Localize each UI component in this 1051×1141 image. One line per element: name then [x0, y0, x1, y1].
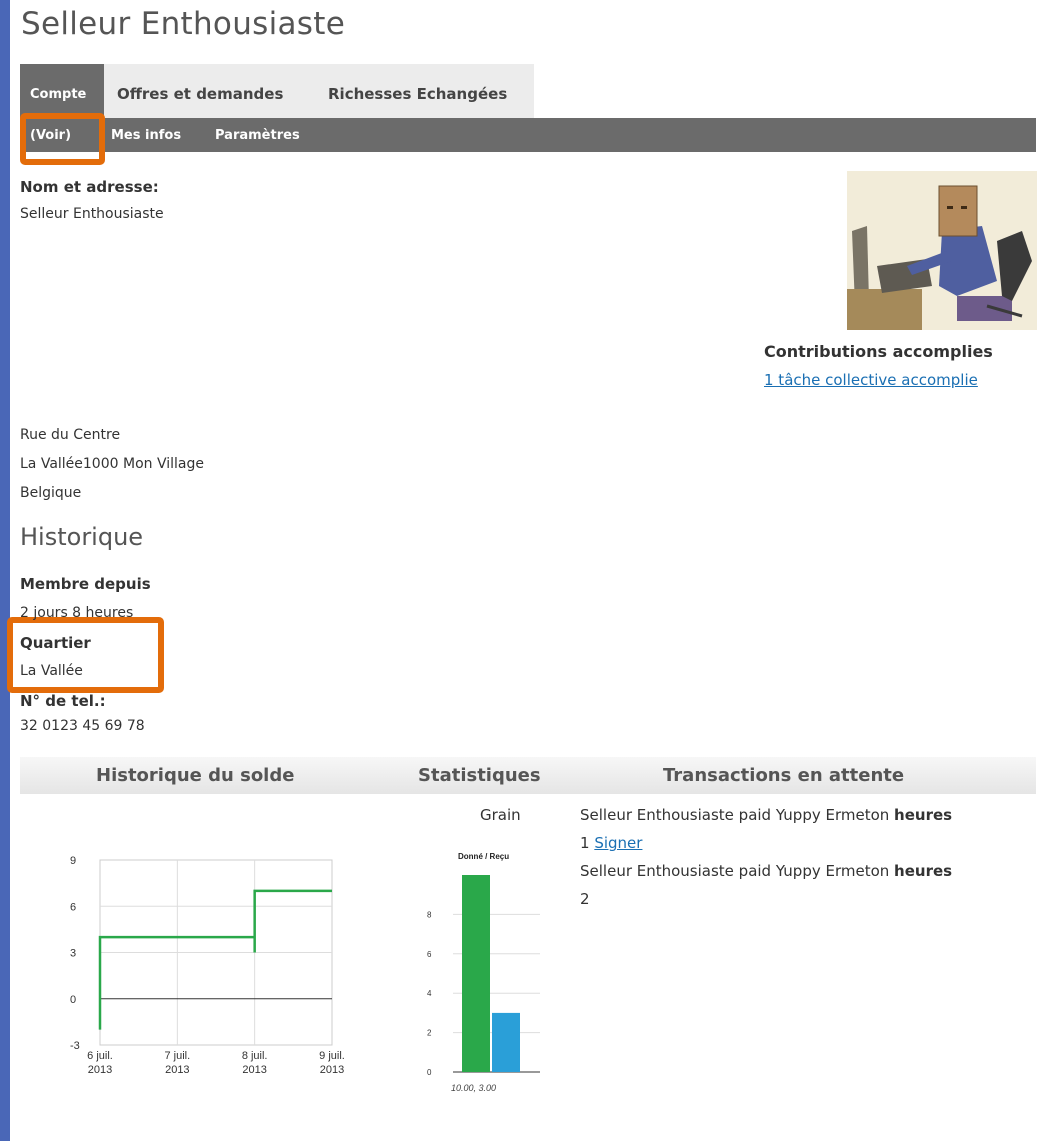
balance-x-tick: 7 juil.	[164, 1050, 190, 1062]
bar-chart-caption: 10.00, 3.00	[451, 1083, 496, 1093]
balance-x-ticks: 6 juil. 2013 7 juil. 2013 8 juil. 2013 9 juil.…	[87, 1050, 345, 1076]
balance-y-tick: 0	[70, 994, 76, 1006]
balance-x-tick: 2013	[242, 1064, 266, 1076]
pending-item-1-unit: heures	[894, 806, 953, 824]
bar-donné	[462, 875, 490, 1072]
highlight-quartier	[7, 617, 164, 693]
balance-grid	[99, 859, 333, 1046]
balance-x-tick: 8 juil.	[242, 1050, 268, 1062]
sign-link[interactable]: Signer	[594, 834, 642, 852]
contributions-link[interactable]: 1 tâche collective accomplie	[764, 371, 978, 389]
bar-reçu	[492, 1012, 520, 1072]
bar-y-tick: 8	[427, 910, 432, 919]
member-since-value: 2 jours 8 heures	[20, 605, 134, 621]
quartier-value: La Vallée	[20, 663, 83, 679]
phone-value: 32 0123 45 69 78	[20, 718, 145, 734]
left-edge-bar	[0, 0, 10, 1141]
historique-heading: Historique	[20, 523, 144, 551]
pending-item-2-amount: 2	[580, 890, 590, 908]
balance-y-tick: 6	[70, 901, 76, 913]
primary-tabs: Compte Offres et demandes Richesses Echa…	[20, 64, 534, 118]
subtab-mes-infos[interactable]: Mes infos	[111, 128, 181, 143]
pending-transactions-heading: Transactions en attente	[663, 765, 905, 786]
balance-x-tick: 2013	[320, 1064, 344, 1076]
balance-x-tick: 2013	[88, 1064, 112, 1076]
member-name: Selleur Enthousiaste	[20, 206, 164, 222]
stats-currency: Grain	[480, 806, 521, 824]
subtab-parametres[interactable]: Paramètres	[215, 128, 300, 143]
tab-richesses-echangees[interactable]: Richesses Echangées	[328, 85, 507, 103]
tab-offres-et-demandes[interactable]: Offres et demandes	[117, 85, 283, 103]
phone-label: N° de tel.:	[20, 692, 106, 710]
bar-y-tick: 0	[427, 1068, 432, 1077]
contributions-label: Contributions accomplies	[764, 342, 993, 361]
pending-item-2-text: Selleur Enthousiaste paid Yuppy Ermeton	[580, 862, 895, 880]
pending-item-1-amount-row: 1 Signer	[580, 834, 642, 852]
balance-y-ticks: 9 6 3 0 -3	[70, 855, 80, 1052]
address-line-1: Rue du Centre	[20, 427, 121, 443]
bar-series	[462, 875, 520, 1072]
stats-header-bar: Historique du solde Statistiques Transac…	[20, 757, 1036, 794]
balance-line	[98, 889, 332, 1030]
balance-x-tick: 9 juil.	[319, 1050, 345, 1062]
balance-x-tick: 2013	[165, 1064, 189, 1076]
tab-compte[interactable]: Compte	[20, 64, 104, 118]
bar-y-tick: 2	[427, 1029, 432, 1038]
address-line-2: La Vallée1000 Mon Village	[20, 456, 204, 472]
member-since-label: Membre depuis	[20, 575, 151, 593]
statistics-heading: Statistiques	[418, 765, 541, 786]
balance-series	[98, 889, 332, 1030]
bar-chart-title: Donné / Reçu	[458, 852, 509, 861]
balance-y-tick: 9	[70, 855, 76, 867]
bar-y-tick: 6	[427, 950, 432, 959]
given-received-chart: 8 6 4 2 0 Donné / Reçu 10.00, 3.00	[427, 852, 540, 1093]
balance-x-tick: 6 juil.	[87, 1050, 113, 1062]
name-address-label: Nom et adresse:	[20, 178, 159, 196]
balance-history-heading: Historique du solde	[96, 765, 295, 786]
quartier-label: Quartier	[20, 634, 91, 652]
highlight-voir	[20, 113, 105, 165]
page-title: Selleur Enthousiaste	[21, 6, 346, 42]
avatar-illustration	[847, 171, 1037, 330]
bar-y-tick: 4	[427, 989, 432, 998]
balance-history-chart: 9 6 3 0 -3 6 juil. 2013 7 juil. 2013 8 juil. 2013…	[70, 855, 345, 1076]
balance-y-tick: -3	[70, 1040, 80, 1052]
tab-compte-label: Compte	[30, 87, 87, 102]
pending-item-1-text: Selleur Enthousiaste paid Yuppy Ermeton	[580, 806, 895, 824]
bar-y-ticks: 8 6 4 2 0	[427, 910, 432, 1077]
pending-item-2: Selleur Enthousiaste paid Yuppy Ermeton …	[580, 862, 952, 880]
user-avatar	[847, 171, 1037, 330]
pending-item-1-amount: 1	[580, 834, 590, 852]
secondary-nav: (Voir) Mes infos Paramètres	[20, 118, 1036, 152]
address-line-3: Belgique	[20, 485, 82, 501]
pending-item-2-unit: heures	[894, 862, 953, 880]
pending-item-1: Selleur Enthousiaste paid Yuppy Ermeton …	[580, 806, 952, 824]
balance-y-tick: 3	[70, 948, 76, 960]
